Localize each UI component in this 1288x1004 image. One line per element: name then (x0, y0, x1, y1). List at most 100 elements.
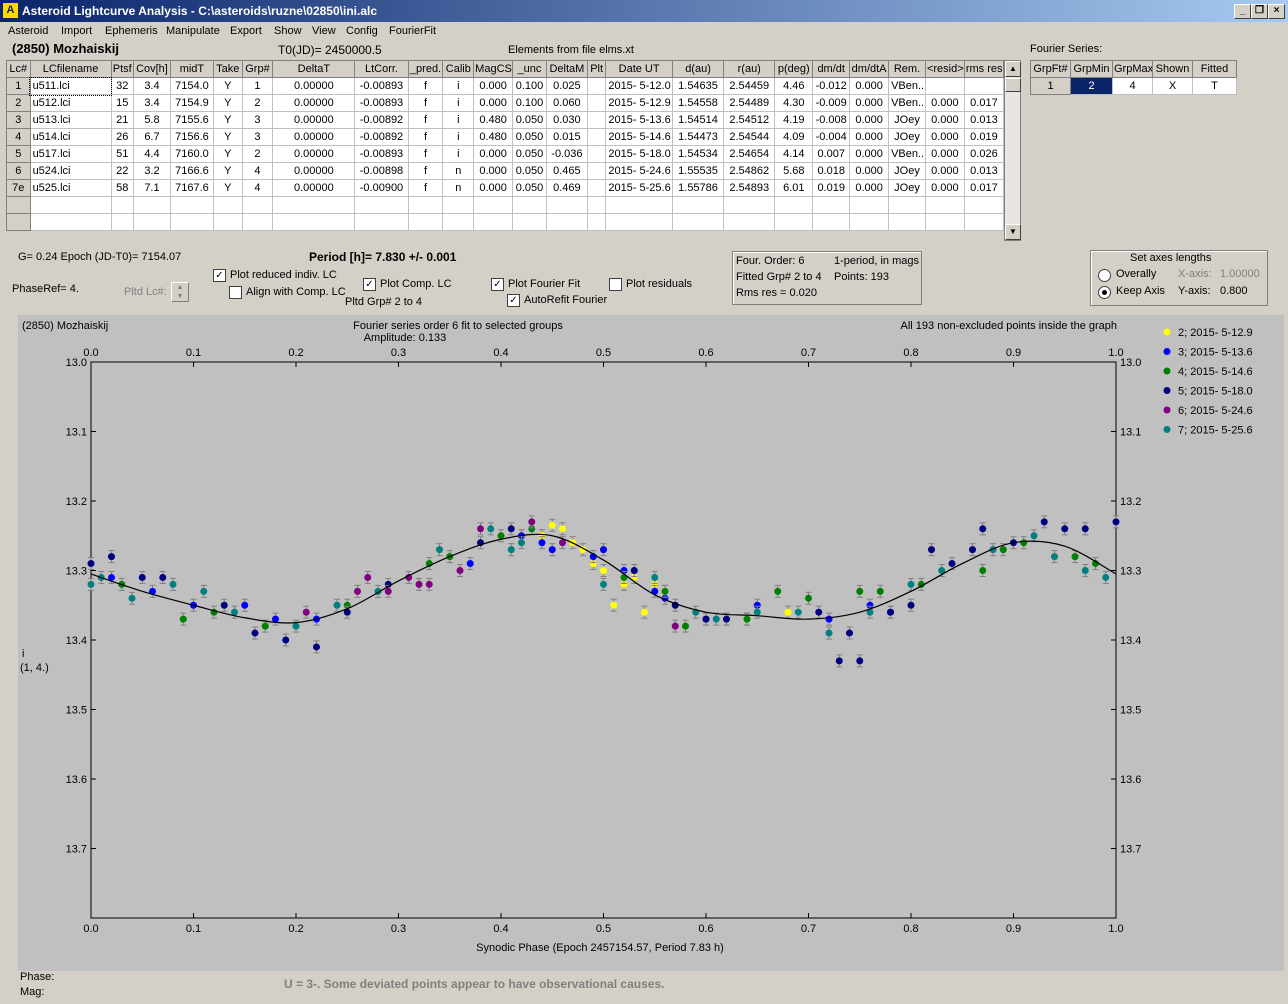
table-row[interactable]: 3 u513.lci 21 5.8 7155.6 Y 3 0.00000 -0.00892 f i 0… (6, 111, 1005, 129)
fourier-cell[interactable]: 2 (1070, 77, 1113, 95)
column-header[interactable]: Plt (586, 60, 607, 78)
table-cell[interactable]: 26 (110, 128, 135, 146)
table-cell[interactable]: 0.469 (545, 179, 588, 197)
column-header[interactable]: p(deg) (774, 60, 814, 78)
plot-fourier-checkbox[interactable]: ✓ (491, 278, 504, 291)
menu-view[interactable]: View (312, 25, 336, 37)
table-cell[interactable]: 4 (241, 162, 274, 180)
table-cell[interactable]: u517.lci (29, 145, 112, 163)
table-cell[interactable]: 0.019 (812, 179, 851, 197)
table-cell[interactable]: f (407, 94, 444, 112)
table-cell[interactable]: 0.019 (963, 128, 1005, 146)
table-cell[interactable] (110, 196, 135, 214)
table-cell[interactable]: 1.54534 (671, 145, 725, 163)
column-header[interactable]: DeltaM (545, 60, 588, 78)
column-header[interactable]: Grp# (241, 60, 274, 78)
table-cell[interactable]: VBen.. (888, 77, 926, 95)
table-cell[interactable]: 0.000 (473, 77, 514, 95)
table-cell[interactable]: -0.00892 (354, 128, 409, 146)
table-cell[interactable]: 0.050 (512, 111, 547, 129)
table-cell[interactable]: 0.00000 (272, 162, 356, 180)
table-cell[interactable]: 0.480 (473, 128, 514, 146)
overally-radio[interactable] (1098, 269, 1111, 282)
table-cell[interactable]: i (442, 145, 475, 163)
table-cell[interactable]: -0.00900 (354, 179, 409, 197)
table-cell[interactable]: 0.013 (963, 162, 1005, 180)
table-cell[interactable]: 0.100 (512, 77, 547, 95)
table-cell[interactable] (586, 94, 607, 112)
table-cell[interactable] (110, 213, 135, 231)
table-cell[interactable]: f (407, 128, 444, 146)
table-cell[interactable]: 32 (110, 77, 135, 95)
table-cell[interactable]: 6.7 (133, 128, 171, 146)
table-cell[interactable]: 2.54512 (723, 111, 776, 129)
table-row[interactable]: 1 u511.lci 32 3.4 7154.0 Y 1 0.00000 -0.00893 f i 0… (6, 76, 1005, 96)
scroll-up-arrow-icon[interactable]: ▲ (1005, 61, 1021, 77)
table-cell[interactable]: 5.68 (774, 162, 814, 180)
table-cell[interactable]: -0.009 (812, 94, 851, 112)
fourier-cell[interactable]: 1 (1030, 77, 1071, 95)
table-cell[interactable]: 5 (6, 145, 31, 163)
table-cell[interactable]: 2015- 5-24.6 (605, 162, 673, 180)
table-cell[interactable]: 2.54862 (723, 162, 776, 180)
table-cell[interactable]: -0.008 (812, 111, 851, 129)
menu-import[interactable]: Import (61, 25, 92, 37)
plot-reduced-checkbox[interactable]: ✓ (213, 269, 226, 282)
table-cell[interactable]: 0.465 (545, 162, 588, 180)
table-cell[interactable] (407, 213, 444, 231)
table-cell[interactable] (812, 196, 851, 214)
table-cell[interactable]: Y (212, 94, 243, 112)
table-cell[interactable]: Y (212, 128, 243, 146)
table-cell[interactable] (586, 213, 607, 231)
table-cell[interactable]: 0.000 (849, 111, 890, 129)
column-header[interactable]: Calib (442, 60, 475, 78)
table-cell[interactable]: 0.000 (924, 145, 965, 163)
table-cell[interactable] (671, 196, 725, 214)
table-cell[interactable] (849, 196, 890, 214)
table-cell[interactable] (272, 196, 356, 214)
table-cell[interactable]: -0.00893 (354, 145, 409, 163)
table-cell[interactable]: 2 (6, 94, 31, 112)
table-cell[interactable] (723, 213, 776, 231)
table-cell[interactable]: 1.54514 (671, 111, 725, 129)
column-header[interactable]: Take (212, 60, 243, 78)
lightcurve-table[interactable]: Lc# LCfilename Ptsf Cov[h] midT Take Grp# Delta… (6, 60, 1005, 231)
fourier-cell[interactable]: 4 (1112, 77, 1153, 95)
table-cell[interactable]: 21 (110, 111, 135, 129)
table-cell[interactable]: 6.01 (774, 179, 814, 197)
table-cell[interactable]: u525.lci (29, 179, 112, 197)
table-cell[interactable]: -0.004 (812, 128, 851, 146)
table-cell[interactable]: 0.000 (849, 145, 890, 163)
table-scrollbar[interactable]: ▲ ▼ (1004, 60, 1021, 241)
table-cell[interactable] (512, 213, 547, 231)
table-cell[interactable] (442, 213, 475, 231)
table-cell[interactable]: 0.000 (924, 128, 965, 146)
table-cell[interactable]: 0.00000 (272, 145, 356, 163)
table-cell[interactable] (605, 213, 673, 231)
table-cell[interactable]: 4.09 (774, 128, 814, 146)
table-cell[interactable]: 4.46 (774, 77, 814, 95)
table-cell[interactable] (888, 213, 926, 231)
table-cell[interactable]: 2.54544 (723, 128, 776, 146)
table-cell[interactable] (473, 196, 514, 214)
menu-asteroid[interactable]: Asteroid (8, 25, 48, 37)
table-cell[interactable]: f (407, 111, 444, 129)
table-cell[interactable] (169, 213, 214, 231)
menu-config[interactable]: Config (346, 25, 378, 37)
column-header[interactable]: Date UT (605, 60, 673, 78)
table-cell[interactable]: 0.030 (545, 111, 588, 129)
table-cell[interactable]: 2015- 5-14.6 (605, 128, 673, 146)
scroll-thumb[interactable] (1005, 78, 1021, 92)
table-cell[interactable]: f (407, 162, 444, 180)
table-row[interactable]: 4 u514.lci 26 6.7 7156.6 Y 3 0.00000 -0.00892 f i 0… (6, 128, 1005, 146)
table-cell[interactable]: 3 (241, 111, 274, 129)
column-header[interactable]: MagCS (473, 60, 514, 78)
table-cell[interactable]: Y (212, 162, 243, 180)
table-cell[interactable] (354, 213, 409, 231)
table-cell[interactable]: 0.026 (963, 145, 1005, 163)
table-cell[interactable] (512, 196, 547, 214)
autorefit-checkbox[interactable]: ✓ (507, 294, 520, 307)
table-cell[interactable]: 0.000 (849, 162, 890, 180)
table-cell[interactable]: u524.lci (29, 162, 112, 180)
table-cell[interactable]: 0.007 (812, 145, 851, 163)
